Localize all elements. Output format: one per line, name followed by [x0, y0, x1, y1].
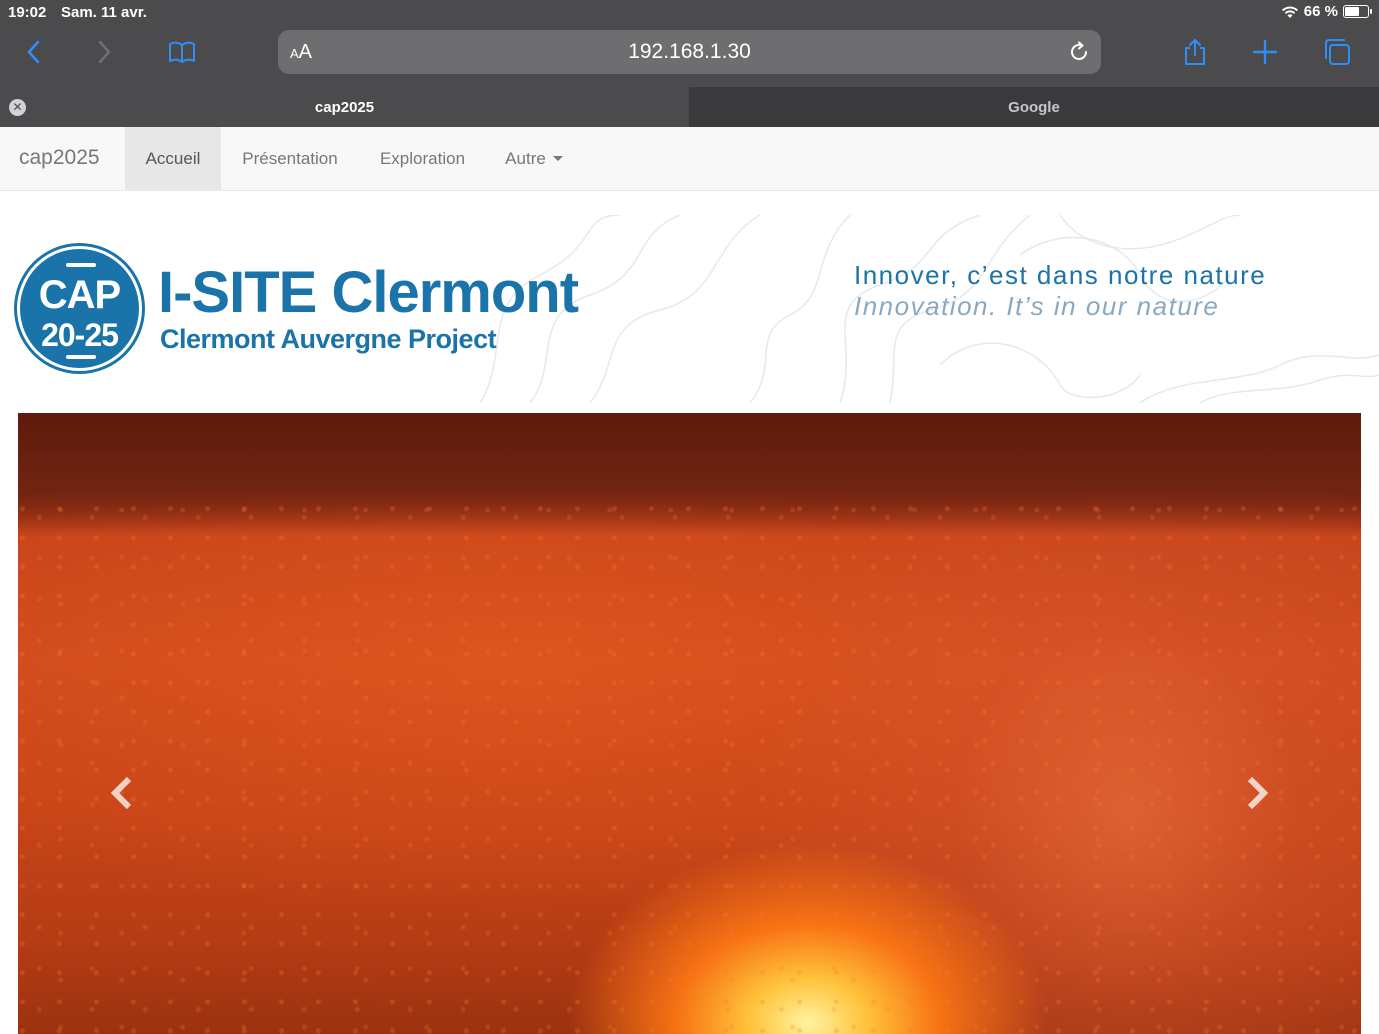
nav-item-exploration[interactable]: Exploration — [359, 127, 486, 190]
battery-fill — [1345, 7, 1359, 16]
forward-button[interactable] — [86, 34, 122, 70]
nav-item-label: Autre — [505, 148, 546, 168]
wifi-icon — [1281, 5, 1298, 18]
nav-item-label: Exploration — [379, 148, 466, 168]
site-banner: CAP 20-25 I-SITE Clermont Clermont Auver… — [0, 215, 1379, 403]
tab-label: cap2025 — [314, 98, 375, 116]
tagline-french: Innover, c’est dans notre nature — [854, 260, 1267, 290]
tab-label: Google — [1008, 98, 1060, 116]
caret-down-icon — [552, 156, 563, 161]
book-icon — [169, 41, 195, 63]
carousel-next-button[interactable] — [1236, 773, 1276, 813]
logo-bar — [66, 355, 96, 359]
site-brand-link[interactable]: cap2025 — [19, 146, 100, 170]
nav-item-label: Accueil — [145, 148, 201, 168]
chevron-right-icon — [1247, 776, 1269, 810]
browser-chrome: 19:02 Sam. 11 avr. 66 % AA 192.168.1.30 … — [0, 0, 1379, 127]
chevron-left-icon — [27, 40, 40, 64]
logo-years-text: 20-25 — [41, 317, 119, 353]
carousel-prev-button[interactable] — [103, 773, 143, 813]
banner-subtitle: Clermont Auvergne Project — [160, 324, 497, 354]
back-button[interactable] — [16, 34, 52, 70]
new-tab-button[interactable] — [1247, 34, 1283, 70]
cap2025-logo: CAP 20-25 — [17, 246, 142, 371]
address-bar[interactable]: AA 192.168.1.30 — [278, 30, 1101, 74]
close-tab-icon[interactable]: ✕ — [9, 99, 26, 116]
status-indicators: 66 % — [1281, 3, 1372, 20]
nav-item-autre-dropdown[interactable]: Autre — [486, 127, 582, 190]
status-bar: 19:02 Sam. 11 avr. 66 % — [0, 0, 1379, 26]
carousel-image-lava — [18, 503, 1361, 1034]
reload-icon[interactable] — [1067, 40, 1091, 64]
tabs-overview-button[interactable] — [1319, 34, 1355, 70]
battery-percent: 66 % — [1303, 3, 1338, 20]
address-text[interactable]: 192.168.1.30 — [278, 40, 1101, 64]
tab-strip: ✕ cap2025 Google — [0, 87, 1379, 127]
battery-icon — [1343, 5, 1372, 18]
bookmarks-button[interactable] — [164, 34, 200, 70]
image-carousel — [18, 413, 1361, 1034]
tab-cap2025[interactable]: ✕ cap2025 — [0, 87, 689, 127]
banner-title: I-SITE Clermont — [158, 260, 579, 325]
site-navbar: cap2025 Accueil Présentation Exploration… — [0, 127, 1379, 191]
chevron-right-icon — [98, 40, 111, 64]
plus-icon — [1252, 39, 1278, 65]
status-time: 19:02 — [8, 4, 47, 21]
nav-item-presentation[interactable]: Présentation — [221, 127, 359, 190]
nav-item-accueil[interactable]: Accueil — [125, 127, 221, 190]
tagline-english: Innovation. It’s in our nature — [854, 291, 1220, 321]
chevron-left-icon — [110, 776, 132, 810]
logo-cap-text: CAP — [38, 273, 121, 317]
tab-google[interactable]: Google — [689, 87, 1379, 127]
share-icon — [1185, 39, 1205, 65]
share-button[interactable] — [1177, 34, 1213, 70]
status-date: Sam. 11 avr. — [61, 4, 147, 21]
nav-item-label: Présentation — [242, 148, 338, 168]
tabs-icon — [1325, 39, 1350, 65]
logo-bar — [66, 263, 96, 267]
